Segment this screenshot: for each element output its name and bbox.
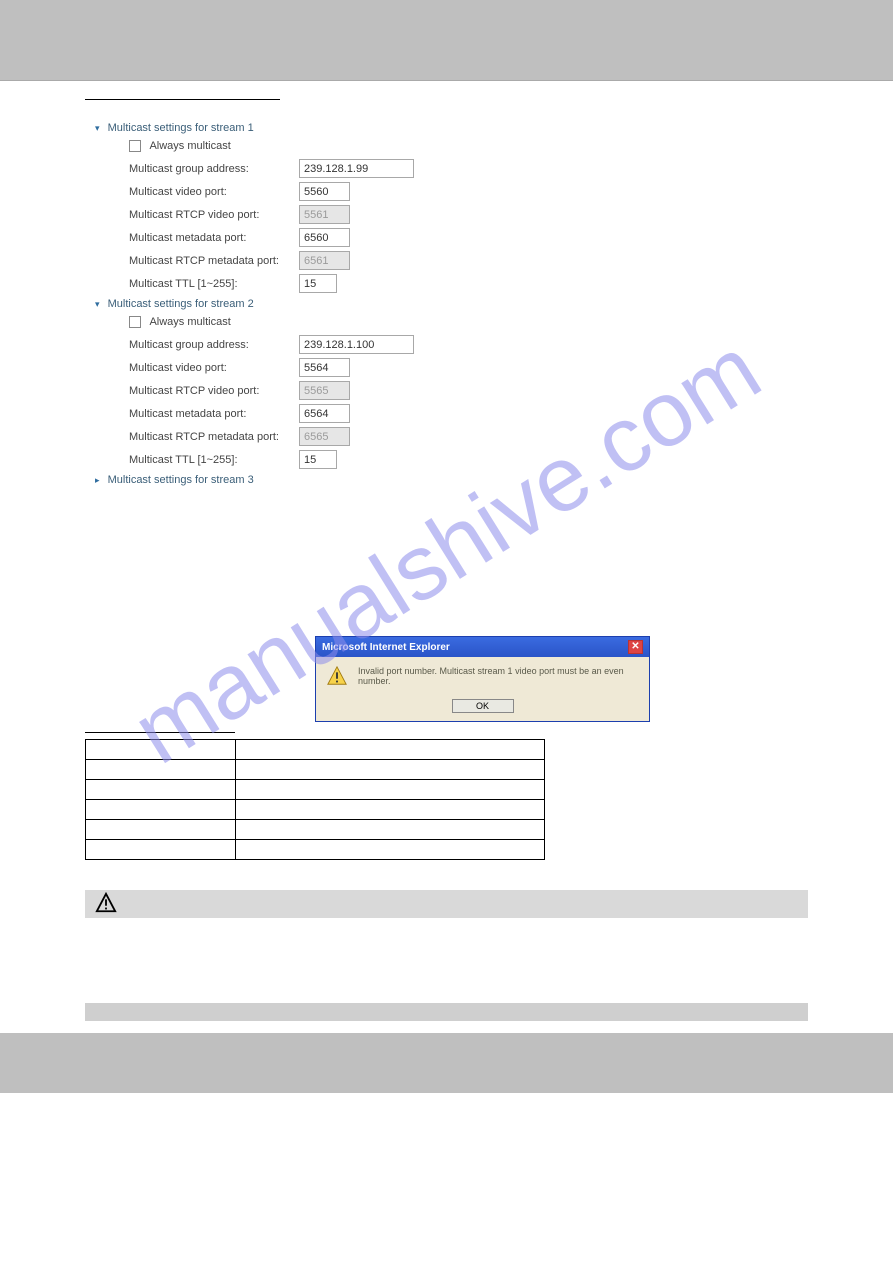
table-cell (86, 820, 236, 840)
ttl-input[interactable] (299, 450, 337, 469)
stream-2-metadata-port-row: Multicast metadata port: (95, 403, 808, 424)
dialog-title-text: Microsoft Internet Explorer (322, 642, 450, 653)
footer-band (0, 1033, 893, 1093)
ttl-label: Multicast TTL [1~255]: (129, 454, 299, 466)
page-body: manualshive.com ▾ Multicast settings for… (0, 81, 893, 1021)
stream-1-toggle[interactable]: ▾ Multicast settings for stream 1 (95, 122, 808, 134)
video-port-label: Multicast video port: (129, 362, 299, 374)
stream-1-video-port-row: Multicast video port: (95, 181, 808, 202)
dialog-title-bar: Microsoft Internet Explorer ✕ (316, 637, 649, 657)
ok-button[interactable]: OK (452, 699, 514, 713)
stream-2-toggle[interactable]: ▾ Multicast settings for stream 2 (95, 298, 808, 310)
ttl-input[interactable] (299, 274, 337, 293)
always-multicast-checkbox[interactable] (129, 140, 141, 152)
table-row (86, 780, 545, 800)
table-cell (86, 740, 236, 760)
table-cell (236, 760, 545, 780)
rtcp-metadata-port-input (299, 427, 350, 446)
video-port-input[interactable] (299, 358, 350, 377)
rtcp-metadata-port-input (299, 251, 350, 270)
group-address-label: Multicast group address: (129, 163, 299, 175)
table-cell (86, 780, 236, 800)
dialog-body: Invalid port number. Multicast stream 1 … (316, 657, 649, 695)
rtcp-video-port-input (299, 381, 350, 400)
table-cell (236, 820, 545, 840)
stream-1-ttl-row: Multicast TTL [1~255]: (95, 273, 808, 294)
dialog-button-row: OK (316, 695, 649, 721)
table-cell (236, 780, 545, 800)
section-underline (85, 99, 280, 100)
close-icon[interactable]: ✕ (628, 640, 643, 654)
rtcp-video-port-label: Multicast RTCP video port: (129, 385, 299, 397)
table-row (86, 760, 545, 780)
example-table (85, 739, 545, 860)
table-row (86, 800, 545, 820)
stream-2-title: Multicast settings for stream 2 (108, 298, 254, 310)
metadata-port-input[interactable] (299, 404, 350, 423)
stream-1-title: Multicast settings for stream 1 (108, 122, 254, 134)
stream-2-video-port-row: Multicast video port: (95, 357, 808, 378)
table-cell (86, 800, 236, 820)
metadata-port-label: Multicast metadata port: (129, 232, 299, 244)
stream-1-rtcp-video-port-row: Multicast RTCP video port: (95, 204, 808, 225)
stream-3-toggle[interactable]: ▸ Multicast settings for stream 3 (95, 474, 808, 486)
table-cell (236, 740, 545, 760)
ttl-label: Multicast TTL [1~255]: (129, 278, 299, 290)
stream-1-group-address-row: Multicast group address: (95, 158, 808, 179)
footer-inner-band (85, 1003, 808, 1021)
rtcp-metadata-port-label: Multicast RTCP metadata port: (129, 431, 299, 443)
stream-2-rtcp-video-port-row: Multicast RTCP video port: (95, 380, 808, 401)
metadata-port-input[interactable] (299, 228, 350, 247)
dialog-message: Invalid port number. Multicast stream 1 … (358, 666, 639, 686)
stream-1-metadata-port-row: Multicast metadata port: (95, 227, 808, 248)
rtcp-video-port-input (299, 205, 350, 224)
rtcp-metadata-port-label: Multicast RTCP metadata port: (129, 255, 299, 267)
stream-3-title: Multicast settings for stream 3 (108, 474, 254, 486)
chevron-down-icon: ▾ (95, 123, 100, 134)
video-port-label: Multicast video port: (129, 186, 299, 198)
header-band (0, 0, 893, 80)
table-cell (86, 840, 236, 860)
always-multicast-checkbox[interactable] (129, 316, 141, 328)
table-heading-underline (85, 732, 235, 733)
stream-1-rtcp-metadata-port-row: Multicast RTCP metadata port: (95, 250, 808, 271)
table-cell (86, 760, 236, 780)
warning-icon (326, 665, 348, 687)
rtcp-video-port-label: Multicast RTCP video port: (129, 209, 299, 221)
always-multicast-label: Always multicast (149, 140, 230, 152)
stream-2-ttl-row: Multicast TTL [1~255]: (95, 449, 808, 470)
table-row (86, 840, 545, 860)
metadata-port-label: Multicast metadata port: (129, 408, 299, 420)
stream-2-rtcp-metadata-port-row: Multicast RTCP metadata port: (95, 426, 808, 447)
chevron-right-icon: ▸ (95, 475, 100, 486)
group-address-input[interactable] (299, 159, 414, 178)
warning-icon (95, 892, 117, 917)
chevron-down-icon: ▾ (95, 299, 100, 310)
stream-2-group-address-row: Multicast group address: (95, 334, 808, 355)
settings-panel: ▾ Multicast settings for stream 1 Always… (85, 122, 808, 486)
group-address-input[interactable] (299, 335, 414, 354)
stream-2-always-multicast-row: Always multicast (95, 316, 808, 328)
table-cell (236, 800, 545, 820)
table-cell (236, 840, 545, 860)
group-address-label: Multicast group address: (129, 339, 299, 351)
table-row (86, 740, 545, 760)
table-row (86, 820, 545, 840)
spacer (85, 918, 808, 1003)
video-port-input[interactable] (299, 182, 350, 201)
stream-1-always-multicast-row: Always multicast (95, 140, 808, 152)
error-dialog: Microsoft Internet Explorer ✕ Invalid po… (315, 636, 650, 722)
always-multicast-label: Always multicast (149, 316, 230, 328)
note-bar (85, 890, 808, 918)
